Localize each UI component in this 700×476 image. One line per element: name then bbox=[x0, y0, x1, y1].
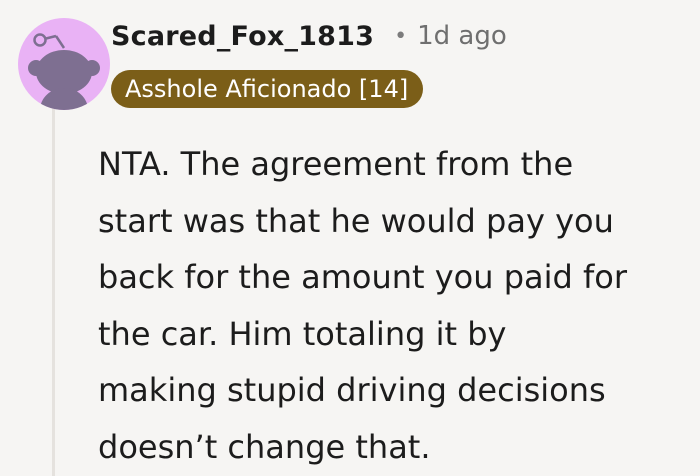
separator-dot: • bbox=[394, 23, 408, 49]
comment-body-line: start was that he would pay you bbox=[98, 201, 614, 240]
reddit-snoo-avatar-icon bbox=[18, 18, 110, 110]
timestamp[interactable]: 1d ago bbox=[417, 21, 507, 51]
comment-header: Scared_Fox_1813 • 1d ago bbox=[111, 14, 507, 58]
comment-body-line: the car. Him totaling it by bbox=[98, 314, 507, 353]
comment-body-line: back for the amount you paid for bbox=[98, 258, 627, 296]
thread-collapse-line[interactable] bbox=[52, 108, 55, 476]
comment-body-line: doesn’t change that. bbox=[98, 427, 431, 466]
comment-body-line: NTA. The agreement from the bbox=[98, 145, 574, 183]
comment-body-line: making stupid driving decisions bbox=[98, 371, 606, 409]
comment-body: NTA. The agreement from the start was th… bbox=[98, 136, 694, 475]
user-flair-badge: Asshole Aficionado [14] bbox=[111, 70, 424, 108]
avatar[interactable] bbox=[18, 18, 110, 110]
username-link[interactable]: Scared_Fox_1813 bbox=[111, 21, 374, 52]
comment: Scared_Fox_1813 • 1d ago Asshole Aficion… bbox=[0, 0, 700, 476]
